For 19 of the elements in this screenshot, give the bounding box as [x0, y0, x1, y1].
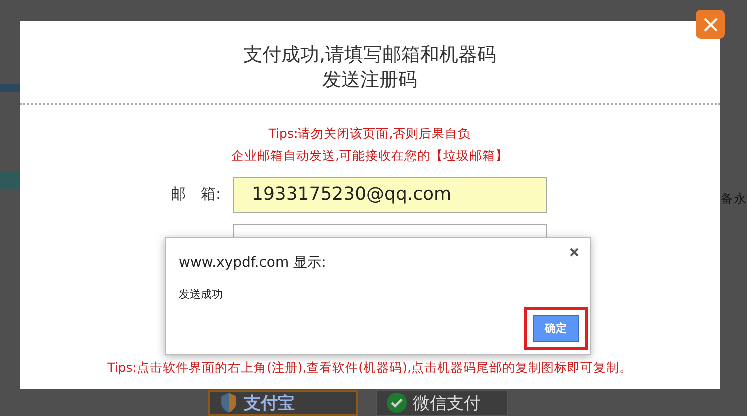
shield-icon [220, 393, 238, 413]
alert-title: www.xypdf.com 显示: [179, 254, 326, 272]
dialog-title: 发送注册码 [321, 68, 418, 93]
dialog-title: 支付成功,请填写邮箱和机器码 [243, 43, 497, 68]
warning-text: Tips:请勿关闭该页面,否则后果自负 [268, 125, 472, 143]
page-banner [0, 84, 20, 92]
check-circle-icon [387, 393, 407, 413]
payment-button[interactable]: 支付宝 [208, 390, 358, 416]
page-banner [0, 172, 20, 190]
alert-message: 发送成功 [179, 287, 223, 302]
close-button[interactable] [696, 10, 725, 39]
hint-text: Tips:点击软件界面的右上角(注册),查看软件(机器码),点击机器码尾部的复制图标即可复制。 [108, 360, 632, 377]
payment-button[interactable]: 微信支付 [376, 390, 508, 416]
page-text: 备永 [721, 191, 747, 208]
close-icon[interactable] [570, 248, 579, 257]
close-icon [704, 18, 718, 32]
warning-text: 企业邮箱自动发送,可能接收在您的【垃圾邮箱】 [232, 147, 508, 165]
input-field[interactable]: 1933175230@qq.com [233, 177, 547, 213]
field-label: 邮 箱: [170, 185, 221, 205]
